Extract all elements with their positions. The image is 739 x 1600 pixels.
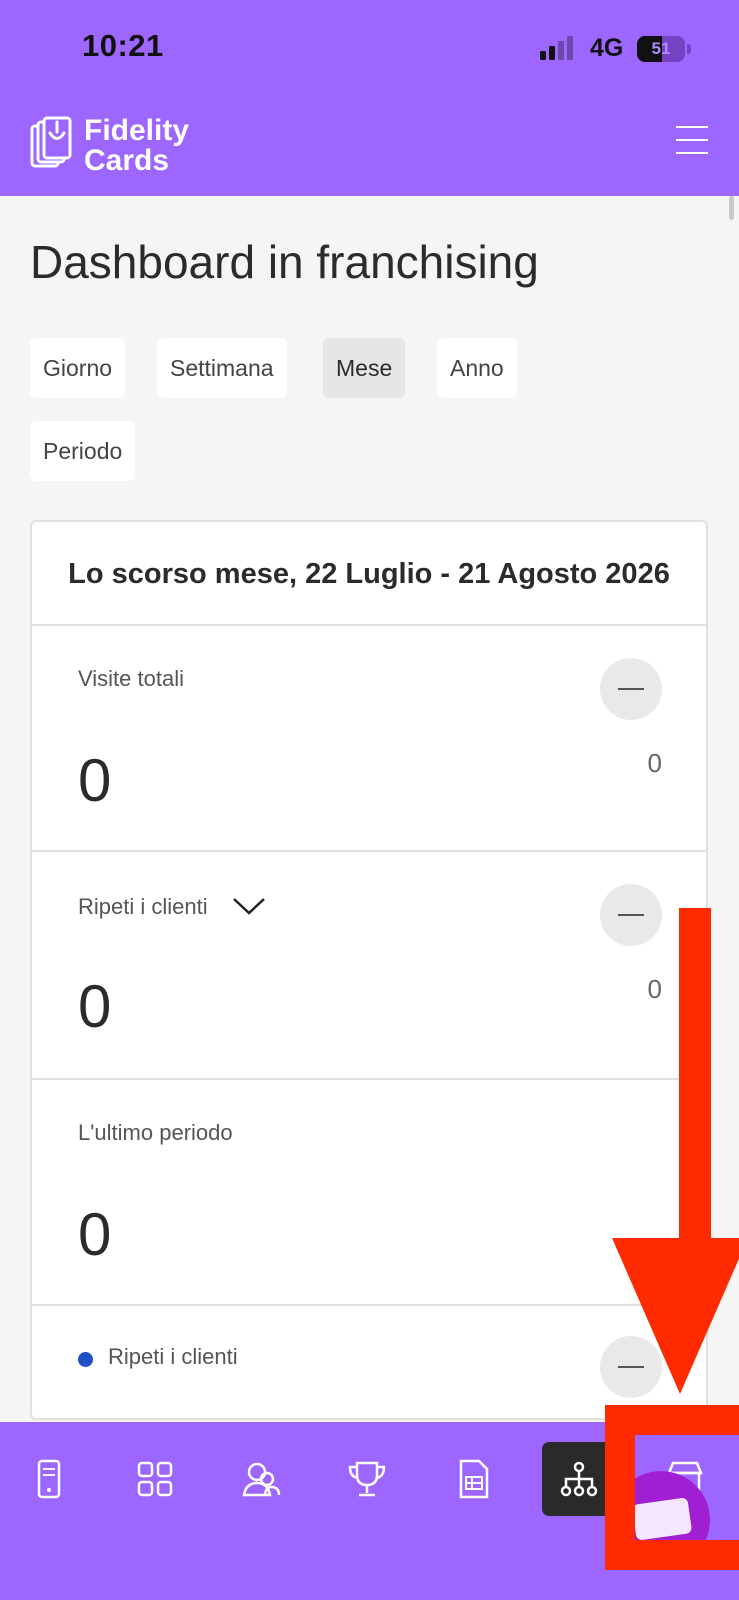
nav-document-icon[interactable] [436,1442,510,1516]
app-header: Fidelity Cards [0,100,739,196]
metric-last-period: L'ultimo periodo 0 [32,1080,706,1306]
period-tab-giorno[interactable]: Giorno [30,338,126,398]
period-range: Lo scorso mese, 22 Luglio - 21 Agosto 20… [68,558,670,590]
scroll-indicator[interactable] [729,196,734,220]
annotation-arrow-head [612,1238,739,1394]
metric-label: Ripeti i clienti [78,894,208,919]
trend-neutral-icon [600,658,662,720]
brand-logo[interactable]: Fidelity Cards [30,114,230,178]
signal-icon [540,36,580,60]
stats-card: Lo scorso mese, 22 Luglio - 21 Agosto 20… [30,520,708,1420]
status-time: 10:21 [82,28,164,63]
metric-value: 0 [78,973,112,1040]
metric-repeat-customers-legend: Ripeti i clienti [32,1306,706,1418]
metric-repeat-customers: Ripeti i clienti 0 0 [32,852,706,1080]
period-tab-mese[interactable]: Mese [323,338,406,398]
nav-customers-icon[interactable] [224,1442,298,1516]
cards-logo-icon [30,116,72,168]
annotation-highlight-box [605,1405,739,1570]
brand-line-1: Fidelity [84,114,190,147]
chevron-down-icon[interactable] [232,896,266,916]
annotation-arrow-shaft [679,908,711,1238]
legend-dot [78,1352,93,1367]
metric-compare-value: 0 [647,974,662,1004]
network-type: 4G [590,34,624,62]
nav-grid-icon[interactable] [118,1442,192,1516]
period-tab-periodo[interactable]: Periodo [30,421,136,481]
brand-line-2: Cards [84,144,170,177]
metric-label: L'ultimo periodo [78,1120,233,1145]
metric-value: 0 [78,747,112,814]
metric-compare-value: 0 [647,748,662,778]
nav-trophy-icon[interactable] [330,1442,404,1516]
nav-phone-icon[interactable] [12,1442,86,1516]
metric-label: Ripeti i clienti [108,1344,238,1369]
metric-total-visits: Visite totali 0 0 [32,626,706,852]
period-tab-anno[interactable]: Anno [437,338,517,398]
hamburger-menu-icon[interactable] [676,126,708,156]
battery-icon: 51 [637,36,691,62]
period-tab-settimana[interactable]: Settimana [157,338,287,398]
metric-label: Visite totali [78,666,184,691]
page-title: Dashboard in franchising [30,236,539,288]
battery-level: 51 [651,39,671,58]
metric-value: 0 [78,1201,112,1268]
card-header: Lo scorso mese, 22 Luglio - 21 Agosto 20… [32,522,706,626]
status-bar: 10:21 4G 51 [0,0,739,100]
trend-neutral-icon [600,884,662,946]
